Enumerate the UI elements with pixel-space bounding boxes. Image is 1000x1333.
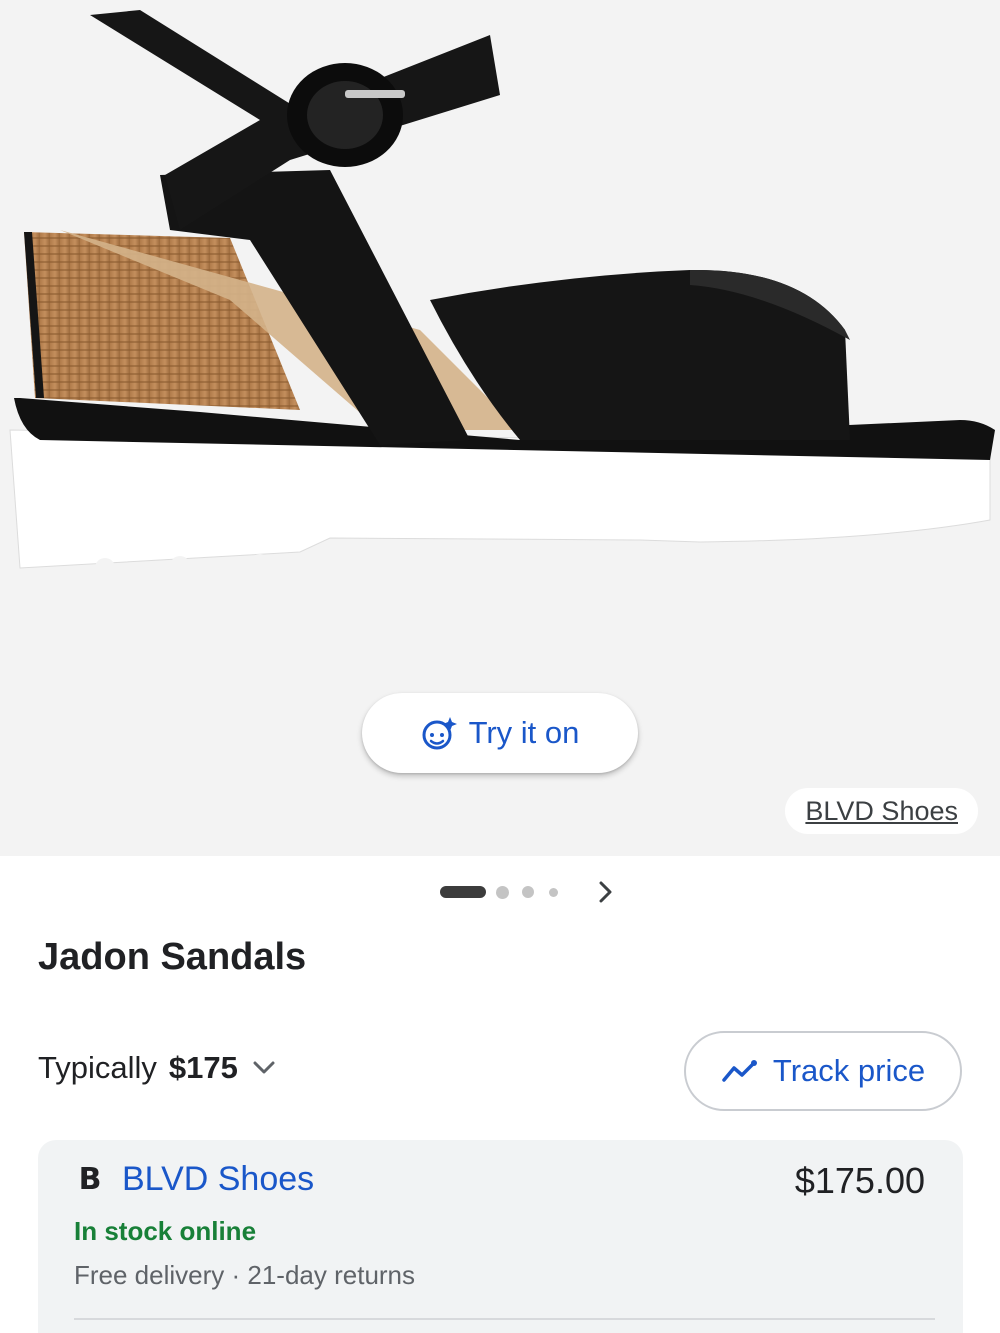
offer-price: $175.00: [794, 1160, 925, 1201]
product-title: Jadon Sandals: [38, 936, 307, 978]
merchant-link[interactable]: B BLVD Shoes: [74, 1160, 315, 1199]
track-price-label: Track price: [772, 1053, 926, 1088]
try-it-on-label: Try it on: [468, 715, 580, 750]
offer-card[interactable]: B BLVD Shoes $175.00 In stock online Fre…: [38, 1140, 963, 1333]
carousel-dot[interactable]: [549, 888, 558, 897]
delivery-info: Free delivery · 21-day returns: [74, 1260, 416, 1290]
product-image-area[interactable]: Try it on BLVD Shoes: [0, 0, 1000, 856]
try-it-on-button[interactable]: Try it on: [362, 693, 638, 773]
face-sparkle-icon: [422, 717, 457, 750]
typical-label: Typically: [38, 1050, 157, 1085]
divider: [74, 1318, 935, 1320]
merchant-logo-icon: B: [78, 1162, 102, 1197]
trend-line-icon: [722, 1060, 757, 1082]
track-price-button[interactable]: Track price: [684, 1031, 962, 1111]
carousel-dot[interactable]: [496, 886, 509, 899]
chevron-down-icon: [253, 1061, 275, 1074]
stock-status: In stock online: [74, 1216, 257, 1246]
typical-price-toggle[interactable]: Typically $175: [38, 1050, 278, 1086]
chevron-right-icon[interactable]: [592, 878, 620, 906]
carousel-dot[interactable]: [522, 886, 534, 898]
carousel-dot-active[interactable]: [440, 886, 486, 898]
merchant-name[interactable]: BLVD Shoes: [122, 1160, 314, 1199]
image-source-link[interactable]: BLVD Shoes: [785, 788, 978, 834]
typical-price: $175: [168, 1050, 238, 1085]
